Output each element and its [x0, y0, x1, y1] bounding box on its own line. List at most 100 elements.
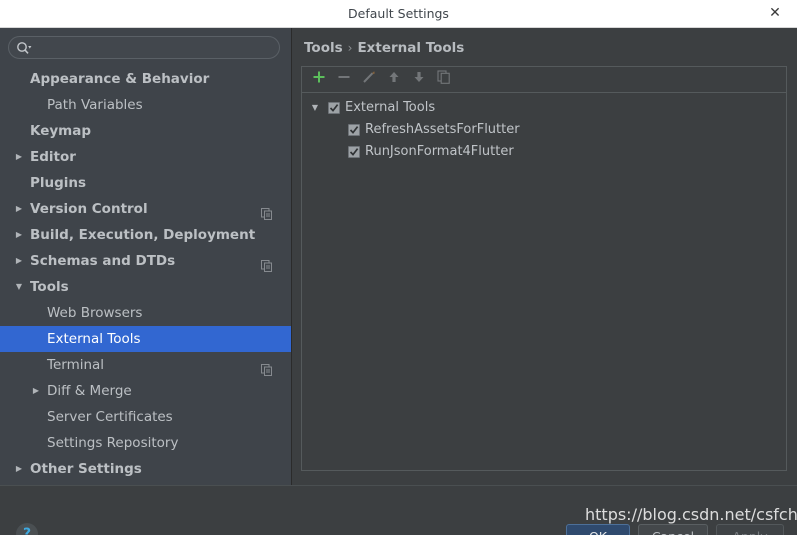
settings-dialog: Default Settings ✕ Appearance & Behavior…: [0, 0, 797, 535]
no-arrow: [29, 430, 43, 456]
sidebar-item-path-variables[interactable]: Path Variables: [0, 92, 291, 118]
chevron-right-icon[interactable]: ▶: [12, 196, 26, 222]
settings-sidebar: Appearance & Behavior Path Variables Keyma…: [0, 28, 292, 485]
sidebar-item-external-tools[interactable]: External Tools: [0, 326, 291, 352]
sidebar-item-keymap[interactable]: Keymap: [0, 118, 291, 144]
sidebar-item-label: Server Certificates: [47, 409, 173, 425]
sidebar-item-label: Editor: [30, 149, 76, 165]
tree-item-label: RunJsonFormat4Flutter: [365, 144, 514, 159]
no-arrow: [29, 404, 43, 430]
sidebar-item-terminal[interactable]: Terminal: [0, 352, 291, 378]
sidebar-item-label: Plugins: [30, 175, 87, 191]
tree-item-label: RefreshAssetsForFlutter: [365, 122, 520, 137]
arrow-down-icon: [409, 70, 429, 84]
search-box[interactable]: [8, 36, 280, 59]
no-arrow: [12, 118, 26, 144]
sidebar-item-label: Appearance & Behavior: [30, 71, 210, 87]
tree-item-label: External Tools: [345, 100, 436, 115]
sidebar-item-label: Diff & Merge: [47, 383, 132, 399]
no-arrow: [12, 170, 26, 196]
chevron-right-icon[interactable]: ▶: [29, 378, 43, 404]
sidebar-item-label: Path Variables: [47, 97, 143, 113]
sidebar-item-label: Keymap: [30, 123, 92, 139]
close-icon[interactable]: ✕: [761, 0, 789, 27]
chevron-right-icon[interactable]: ▶: [12, 144, 26, 170]
external-tools-tree: ▼ External Tools RefreshAssetsForFlutter Ru…: [302, 93, 786, 163]
search-input[interactable]: [35, 39, 273, 57]
chevron-right-icon[interactable]: ▶: [12, 456, 26, 482]
copy-icon: [434, 70, 454, 84]
sidebar-item-label: Web Browsers: [47, 305, 143, 321]
no-arrow: [29, 326, 43, 352]
apply-button: Apply: [716, 524, 784, 535]
move-down-button: [409, 70, 429, 89]
sidebar-item-label: Terminal: [47, 357, 105, 373]
external-tools-panel: ▼ External Tools RefreshAssetsForFlutter Ru…: [301, 66, 787, 471]
sidebar-item-label: Other Settings: [30, 461, 142, 477]
chevron-down-icon[interactable]: ▼: [12, 274, 26, 300]
ok-button[interactable]: OK: [566, 524, 630, 535]
tree-row[interactable]: RunJsonFormat4Flutter: [302, 141, 786, 163]
edit-button: [359, 70, 379, 89]
sidebar-item-other-settings[interactable]: ▶ Other Settings: [0, 456, 291, 482]
breadcrumb: Tools › External Tools: [304, 38, 464, 58]
breadcrumb-parent[interactable]: Tools: [304, 40, 343, 56]
external-tools-toolbar: [302, 67, 786, 93]
checkbox-checked[interactable]: [328, 102, 340, 114]
sidebar-item-web-browsers[interactable]: Web Browsers: [0, 300, 291, 326]
sidebar-item-label: Settings Repository: [47, 435, 179, 451]
sidebar-item-label: External Tools: [47, 331, 141, 347]
search-icon: [16, 41, 32, 56]
sidebar-item-label: Tools: [30, 279, 69, 295]
sidebar-item-label: Schemas and DTDs: [30, 253, 176, 269]
sidebar-scrollbar-track[interactable]: [283, 66, 291, 485]
plus-icon: [309, 70, 329, 84]
title-bar: Default Settings ✕: [0, 0, 797, 28]
sidebar-item-schemas-and-dtds[interactable]: ▶ Schemas and DTDs: [0, 248, 291, 274]
copy-icon[interactable]: [261, 359, 273, 376]
breadcrumb-current: External Tools: [357, 40, 465, 56]
sidebar-item-version-control[interactable]: ▶ Version Control: [0, 196, 291, 222]
move-up-button: [384, 70, 404, 89]
no-arrow: [29, 300, 43, 326]
copy-button: [434, 70, 454, 89]
add-button[interactable]: [309, 70, 329, 89]
pencil-icon: [359, 70, 379, 84]
remove-button: [334, 70, 354, 89]
no-twisty: [308, 141, 322, 163]
search-box-wrapper: [8, 36, 280, 59]
no-twisty: [308, 119, 322, 141]
settings-nav-list: Appearance & Behavior Path Variables Keyma…: [0, 66, 291, 485]
dialog-footer: ? OK Cancel Apply: [0, 485, 797, 535]
chevron-right-icon[interactable]: ▶: [12, 248, 26, 274]
settings-detail-panel: Tools › External Tools ▼ External Tools Refr…: [292, 28, 797, 485]
no-arrow: [29, 352, 43, 378]
cancel-button[interactable]: Cancel: [638, 524, 708, 535]
dialog-body: Appearance & Behavior Path Variables Keyma…: [0, 28, 797, 535]
no-arrow: [12, 66, 26, 92]
sidebar-item-appearance-behavior[interactable]: Appearance & Behavior: [0, 66, 291, 92]
window-title: Default Settings: [348, 6, 449, 21]
tree-row[interactable]: ▼ External Tools: [302, 97, 786, 119]
sidebar-item-build-execution-deployment[interactable]: ▶ Build, Execution, Deployment: [0, 222, 291, 248]
sidebar-item-settings-repository[interactable]: Settings Repository: [0, 430, 291, 456]
tree-row[interactable]: RefreshAssetsForFlutter: [302, 119, 786, 141]
copy-icon[interactable]: [261, 255, 273, 272]
no-arrow: [29, 92, 43, 118]
minus-icon: [334, 70, 354, 84]
sidebar-item-label: Version Control: [30, 201, 148, 217]
chevron-right-icon[interactable]: ▶: [12, 222, 26, 248]
chevron-down-icon[interactable]: ▼: [308, 97, 322, 119]
sidebar-item-tools[interactable]: ▼ Tools: [0, 274, 291, 300]
help-icon[interactable]: ?: [16, 523, 38, 535]
copy-icon[interactable]: [261, 203, 273, 220]
checkbox-checked[interactable]: [348, 146, 360, 158]
sidebar-item-plugins[interactable]: Plugins: [0, 170, 291, 196]
arrow-up-icon: [384, 70, 404, 84]
sidebar-item-editor[interactable]: ▶ Editor: [0, 144, 291, 170]
checkbox-checked[interactable]: [348, 124, 360, 136]
sidebar-item-label: Build, Execution, Deployment: [30, 227, 256, 243]
sidebar-item-diff-merge[interactable]: ▶ Diff & Merge: [0, 378, 291, 404]
breadcrumb-separator-icon: ›: [347, 41, 353, 55]
sidebar-item-server-certificates[interactable]: Server Certificates: [0, 404, 291, 430]
